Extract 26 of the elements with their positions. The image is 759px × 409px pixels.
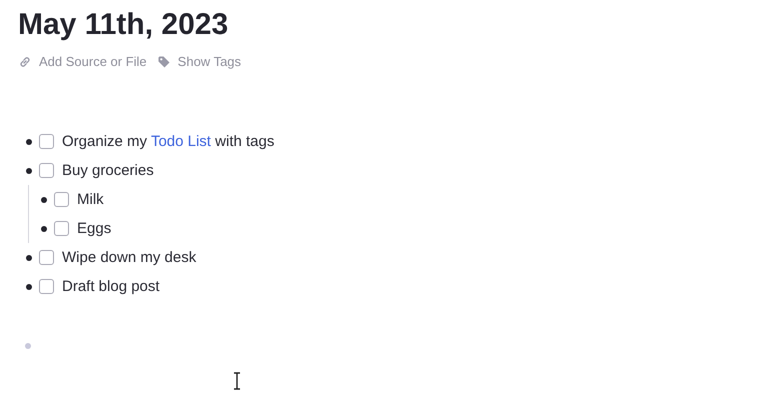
todo-text: Eggs <box>77 220 112 237</box>
text-cursor-icon <box>233 372 241 390</box>
add-source-button[interactable]: Add Source or File <box>18 54 147 69</box>
bullet-icon <box>26 168 32 174</box>
checkbox[interactable] <box>54 221 69 236</box>
page-title: May 11th, 2023 <box>18 7 230 43</box>
page-link[interactable]: Todo List <box>150 133 211 150</box>
todo-text: Draft blog post <box>62 278 160 295</box>
checkbox[interactable] <box>39 250 54 265</box>
checkbox[interactable] <box>39 279 54 294</box>
checkbox[interactable] <box>39 134 54 149</box>
bullet-icon <box>41 196 47 202</box>
checkbox[interactable] <box>39 163 54 178</box>
bullet-icon <box>26 138 32 144</box>
show-tags-button[interactable]: Show Tags <box>156 54 242 69</box>
empty-bullet-icon[interactable] <box>25 342 31 348</box>
todo-text: Organize my Todo List with tags <box>62 133 274 150</box>
todo-text: Milk <box>77 191 104 208</box>
bullet-icon <box>26 284 32 290</box>
todo-text: Buy groceries <box>62 162 154 179</box>
link-icon <box>18 54 32 68</box>
bullet-icon <box>26 254 32 260</box>
todo-text: Wipe down my desk <box>62 249 196 266</box>
bullet-icon <box>41 226 47 232</box>
tag-icon <box>156 54 171 68</box>
checkbox[interactable] <box>54 192 69 207</box>
